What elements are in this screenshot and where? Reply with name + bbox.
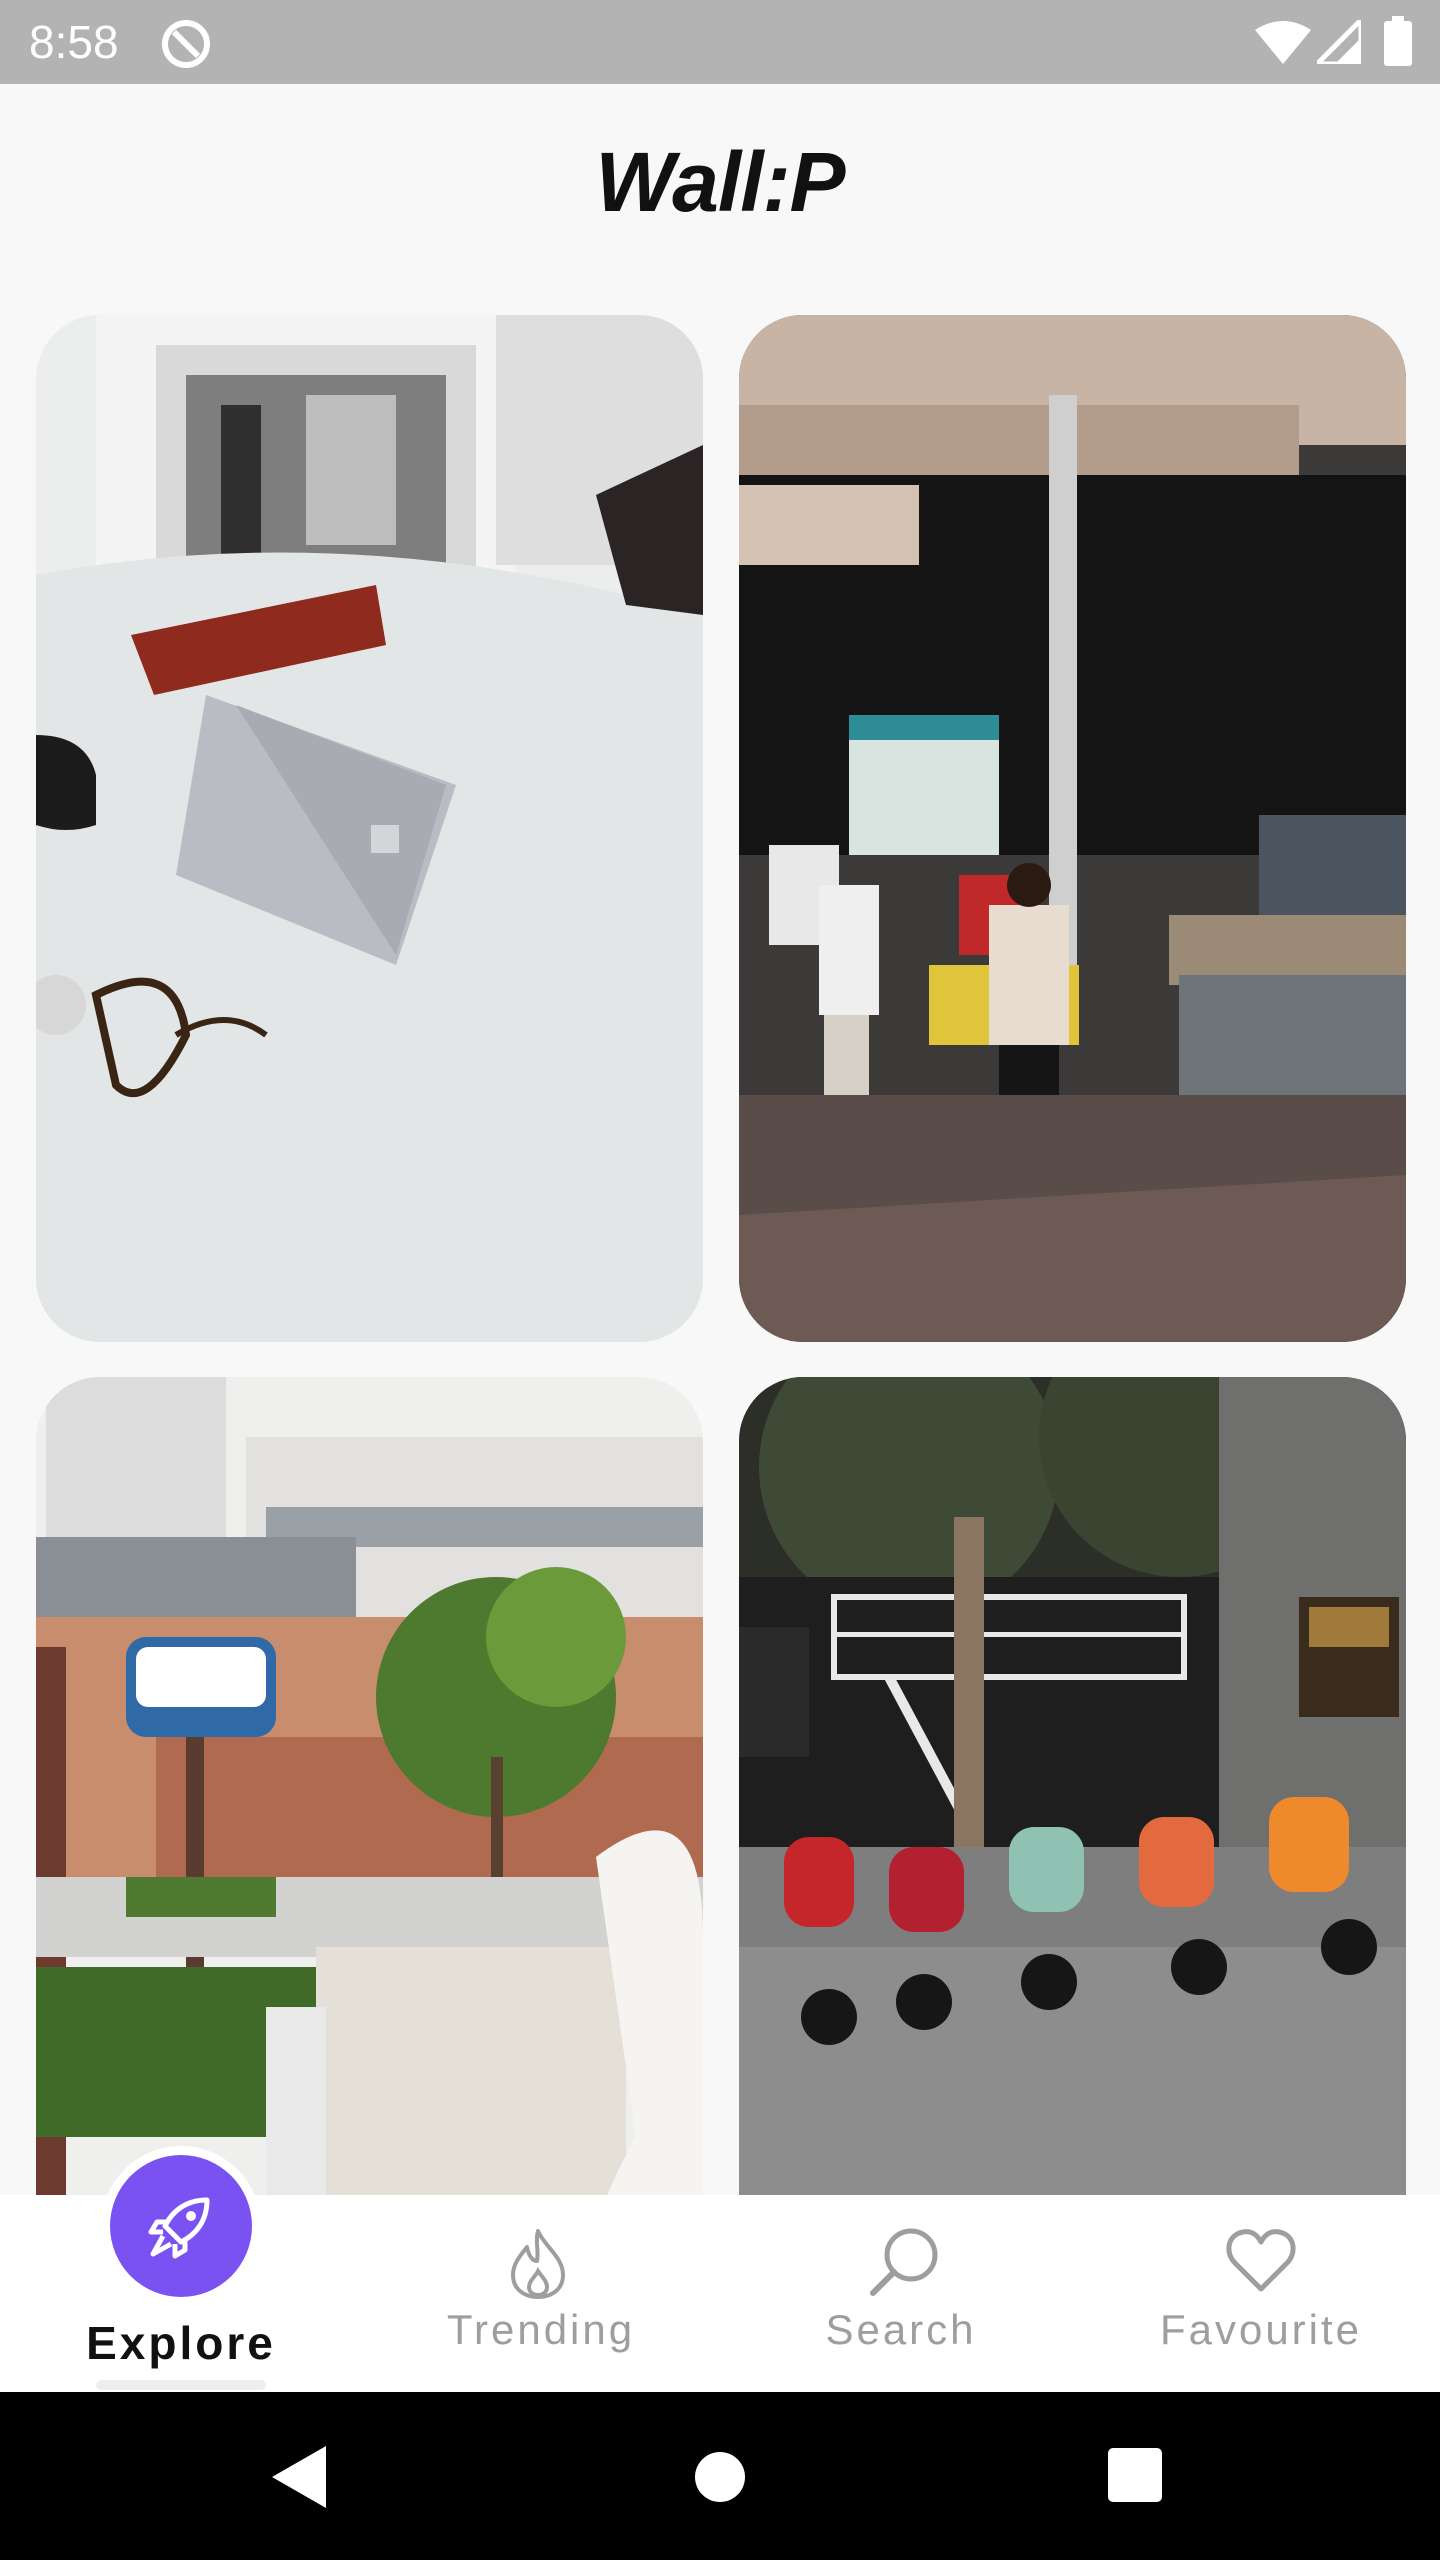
nav-label-trending: Trending	[446, 2306, 636, 2353]
at-sign-icon	[160, 18, 212, 75]
status-time: 8:58	[29, 16, 119, 68]
flame-icon	[507, 2227, 569, 2304]
active-indicator	[96, 2380, 266, 2390]
wifi-icon	[1255, 20, 1311, 69]
recents-icon[interactable]	[1108, 2448, 1162, 2507]
app-title: Wall:P	[595, 135, 845, 229]
status-bar: 8:58	[0, 0, 1440, 84]
search-icon	[867, 2225, 941, 2304]
back-icon[interactable]	[272, 2446, 328, 2513]
battery-icon	[1384, 16, 1412, 71]
explore-button[interactable]	[110, 2155, 252, 2297]
nav-item-trending[interactable]: Trending	[391, 2195, 691, 2392]
home-icon[interactable]	[694, 2451, 746, 2508]
bottom-navigation: Explore Trending Search Favourite	[0, 2146, 1440, 2392]
nav-label-search: Search	[825, 2306, 977, 2353]
heart-icon	[1225, 2227, 1297, 2298]
wallpaper-card[interactable]	[36, 315, 703, 1342]
rocket-icon	[148, 2197, 210, 2259]
nav-label-explore: Explore	[86, 2317, 276, 2369]
system-navigation-bar	[0, 2392, 1440, 2560]
desk-laptop-photo	[36, 315, 703, 1342]
nav-item-search[interactable]: Search	[751, 2195, 1051, 2392]
nav-item-favourite[interactable]: Favourite	[1111, 2195, 1411, 2392]
nav-item-explore[interactable]: Explore	[31, 2146, 331, 2392]
street-food-stall-photo	[739, 315, 1406, 1342]
wallpaper-card[interactable]	[739, 315, 1406, 1342]
nav-label-favourite: Favourite	[1159, 2306, 1363, 2353]
cell-signal-icon	[1310, 13, 1364, 69]
